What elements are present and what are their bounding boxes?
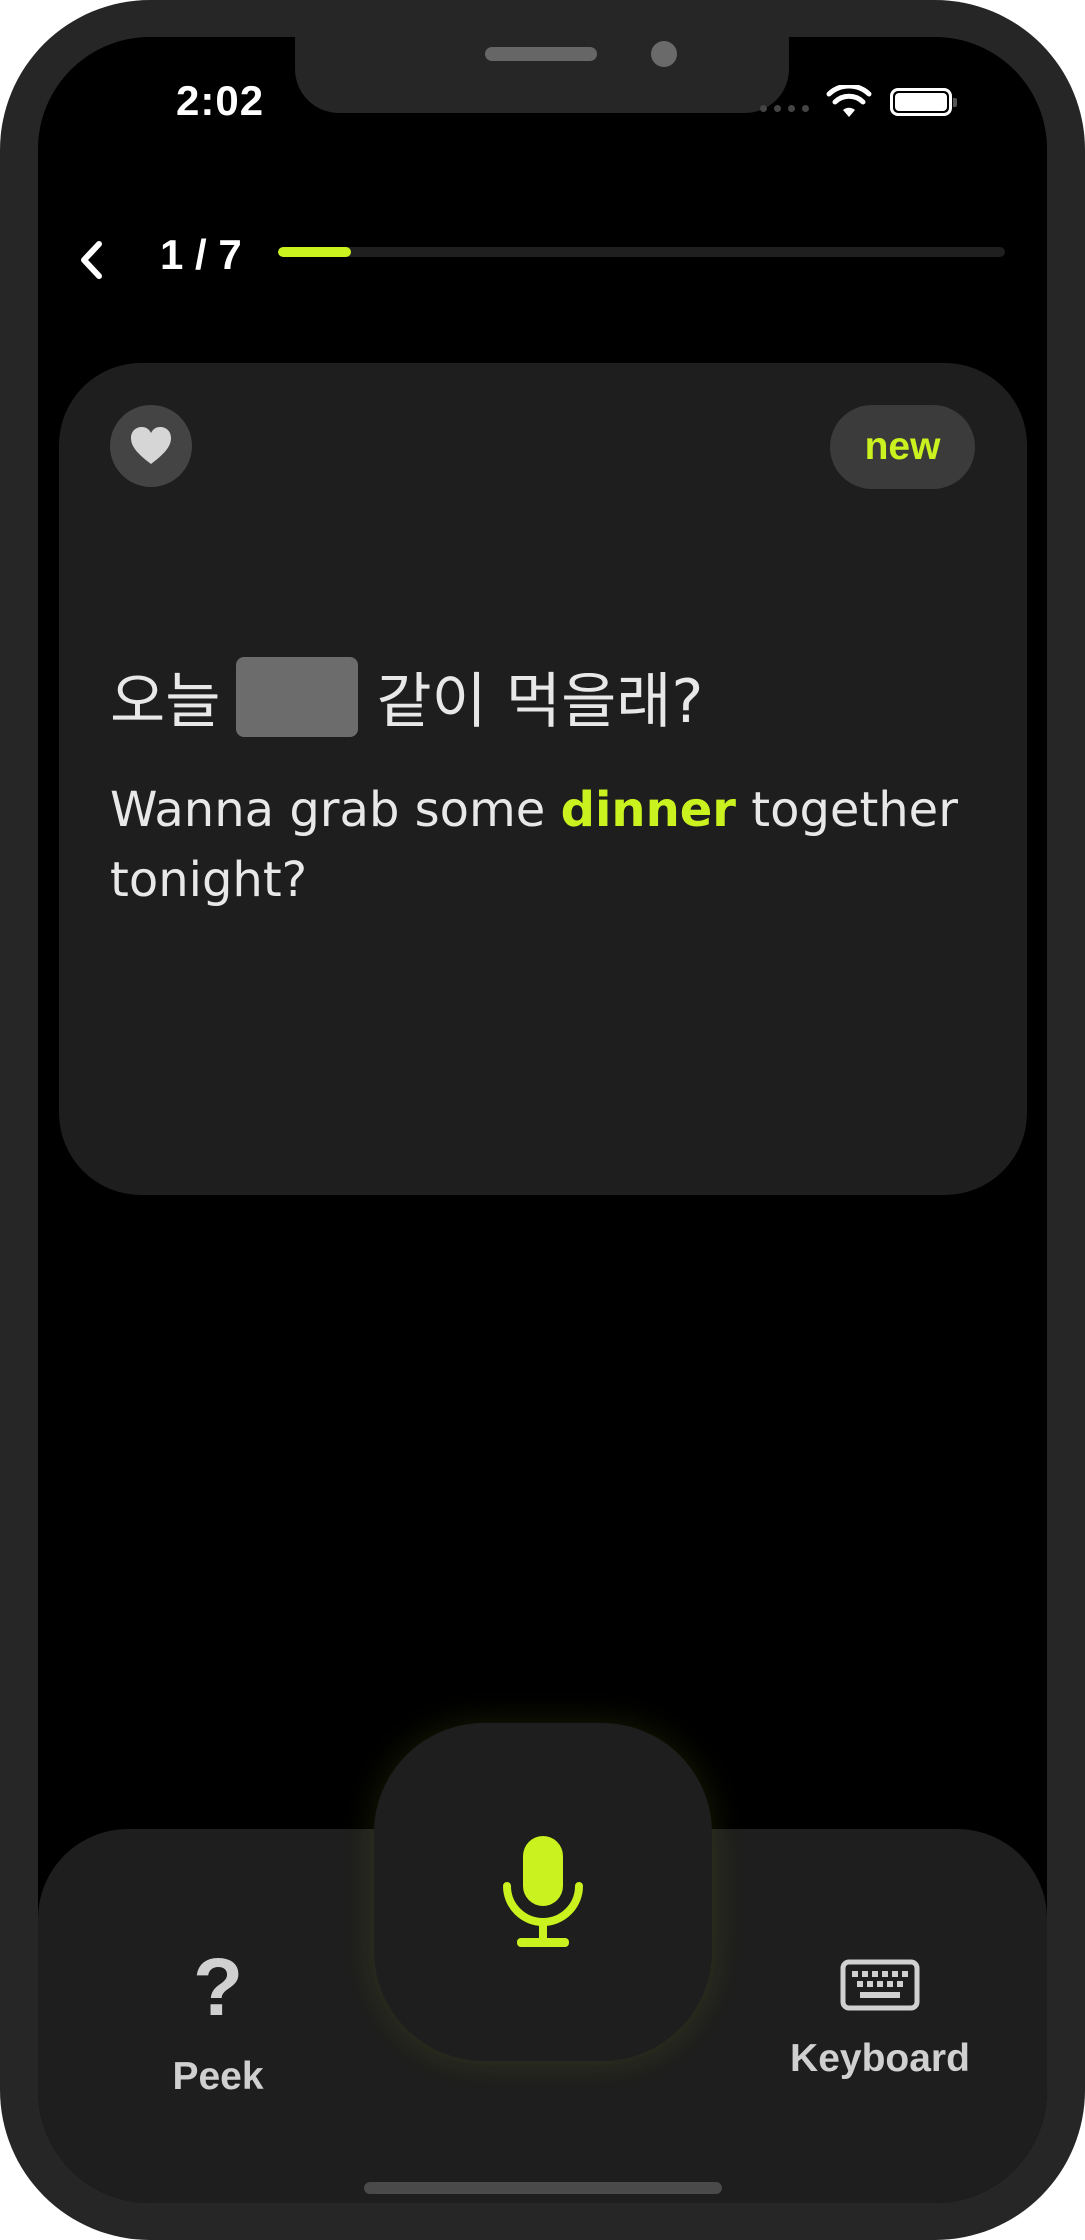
english-highlight-word: dinner [560, 782, 736, 838]
front-camera [651, 41, 677, 67]
battery-icon [890, 88, 957, 116]
keyboard-icon [840, 1959, 920, 2011]
progress-label: 1 / 7 [160, 231, 242, 278]
korean-sentence: 오늘 같이 먹을래? [110, 653, 703, 740]
english-text-before: Wanna grab some [110, 782, 546, 838]
microphone-button[interactable] [374, 1723, 712, 2061]
keyboard-button[interactable]: Keyboard [780, 1959, 980, 2139]
progress-bar-fill [278, 247, 351, 257]
keyboard-label: Keyboard [790, 2037, 970, 2080]
app-screen: 2:02 1 / 7 new 오늘 같이 먹을래? Wanna grab som… [38, 37, 1047, 2203]
microphone-icon [503, 1836, 583, 1947]
answer-blank [236, 656, 359, 737]
new-badge: new [830, 405, 975, 489]
flashcard: new 오늘 같이 먹을래? Wanna grab some dinner to… [59, 363, 1027, 1195]
home-indicator [364, 2182, 722, 2194]
phone-frame: 2:02 1 / 7 new 오늘 같이 먹을래? Wanna grab som… [0, 0, 1085, 2240]
peek-button[interactable]: ? Peek [138, 1947, 298, 2137]
question-mark-icon: ? [192, 1942, 244, 2033]
progress-bar [278, 247, 1005, 257]
korean-text-after: 같이 먹을래? [376, 667, 704, 737]
device-notch [295, 37, 789, 113]
cellular-signal-icon [760, 105, 812, 113]
speaker-grille [485, 47, 597, 61]
favorite-button[interactable] [110, 405, 192, 487]
heart-icon [131, 427, 171, 464]
peek-label: Peek [172, 2055, 264, 2098]
back-button[interactable] [72, 230, 112, 290]
chevron-left-icon [81, 241, 102, 279]
status-time: 2:02 [176, 77, 265, 124]
english-translation: Wanna grab some dinner together tonight? [110, 775, 970, 915]
korean-text-before: 오늘 [110, 667, 221, 737]
wifi-icon [826, 85, 872, 117]
